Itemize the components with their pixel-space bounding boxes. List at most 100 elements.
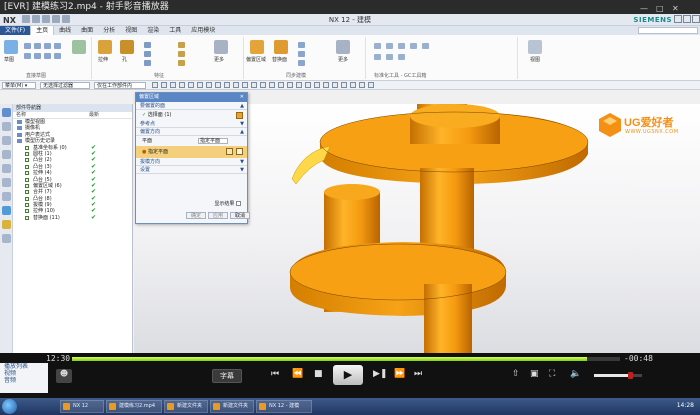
constraint-navigator-tab-icon[interactable] — [2, 136, 11, 145]
video-tab[interactable]: 视频 — [0, 370, 48, 377]
nx-restore-icon[interactable] — [683, 15, 691, 23]
assembly-navigator-tab-icon[interactable] — [2, 122, 11, 131]
snap-icon[interactable] — [161, 82, 167, 88]
fillet-icon[interactable] — [34, 53, 41, 59]
taskbar-item[interactable]: NX 12 - 建模 — [256, 400, 312, 413]
visibility-checkbox[interactable] — [25, 215, 29, 220]
progress-bar[interactable] — [72, 357, 620, 361]
fullscreen-icon[interactable]: ⛶ — [549, 369, 555, 379]
start-button[interactable] — [2, 399, 17, 414]
offset-region-icon[interactable] — [250, 40, 264, 54]
gc-tool-icon[interactable] — [374, 43, 381, 49]
menu-dropdown[interactable]: 菜单(M) ▾ — [2, 82, 36, 89]
snap-icon[interactable] — [233, 82, 239, 88]
rectangle-icon[interactable] — [44, 43, 51, 49]
snap-icon[interactable] — [332, 82, 338, 88]
snap-icon[interactable] — [251, 82, 257, 88]
ribbon-tab[interactable]: 工具 — [164, 26, 186, 35]
command-search-input[interactable] — [638, 27, 698, 34]
ribbon-tab[interactable]: 文件(F) — [0, 26, 31, 35]
line-icon[interactable] — [24, 43, 31, 49]
volume-icon[interactable]: 🔈 — [570, 369, 581, 379]
snap-icon[interactable] — [368, 82, 374, 88]
cancel-button[interactable]: 取消 — [230, 212, 250, 219]
visibility-checkbox[interactable] — [25, 158, 29, 163]
gc-tool-icon[interactable] — [398, 54, 405, 60]
snap-icon[interactable] — [323, 82, 329, 88]
view-icon[interactable] — [528, 40, 542, 54]
visibility-checkbox[interactable] — [25, 190, 29, 195]
ribbon-tab[interactable]: 渲染 — [142, 26, 164, 35]
taskbar-item[interactable]: 建模练习2.mp4 — [106, 400, 162, 413]
finish-sketch-icon[interactable] — [72, 40, 86, 54]
boolean-unite-icon[interactable] — [144, 42, 151, 48]
edge-blend-icon[interactable] — [178, 51, 185, 57]
gc-tool-icon[interactable] — [410, 43, 417, 49]
dialog-close-icon[interactable]: ✕ — [240, 93, 244, 102]
taskbar-item[interactable]: 新建文件夹 — [164, 400, 208, 413]
plane-options-icon[interactable] — [236, 148, 243, 155]
chevron-down-icon[interactable]: ▼ — [240, 166, 244, 174]
chevron-up-icon[interactable]: ▲ — [240, 128, 244, 136]
rewind-icon[interactable]: ⏪ — [292, 369, 303, 379]
snap-icon[interactable] — [215, 82, 221, 88]
open-file-icon[interactable]: ⇧ — [512, 369, 520, 379]
part-navigator-tab-icon[interactable] — [2, 108, 11, 117]
volume-knob[interactable] — [628, 372, 633, 379]
plane-type-dropdown[interactable]: 指定平面 — [198, 138, 228, 144]
apply-button[interactable]: 应用 — [208, 212, 228, 219]
ok-button[interactable]: 确定 — [186, 212, 206, 219]
selection-scope-dropdown[interactable]: 仅在工作部件内 — [94, 82, 146, 89]
replace-face-icon[interactable] — [274, 40, 288, 54]
snap-icon[interactable] — [350, 82, 356, 88]
boolean-subtract-icon[interactable] — [144, 51, 151, 57]
snap-icon[interactable] — [170, 82, 176, 88]
skip-forward-icon[interactable]: ⏭ — [414, 369, 422, 379]
subtitle-button[interactable]: 字幕 — [212, 369, 242, 383]
stop-icon[interactable]: ■ — [314, 369, 323, 379]
specify-plane-row[interactable]: ● 指定平面 — [136, 146, 247, 158]
snap-icon[interactable] — [197, 82, 203, 88]
snap-icon[interactable] — [152, 82, 158, 88]
hole-icon[interactable] — [120, 40, 134, 54]
ribbon-tab[interactable]: 视图 — [120, 26, 142, 35]
chevron-down-icon[interactable]: ▼ — [240, 158, 244, 166]
delete-face-icon[interactable] — [298, 51, 305, 57]
skip-back-icon[interactable]: ⏮ — [271, 369, 279, 379]
redo-icon[interactable] — [42, 15, 50, 23]
preview-icon[interactable] — [236, 201, 241, 206]
nx-close-icon[interactable] — [692, 15, 700, 23]
ribbon-tab[interactable]: 分析 — [98, 26, 120, 35]
system-materials-tab-icon[interactable] — [2, 192, 11, 201]
section-ref[interactable]: 参考点 ▼ — [136, 120, 247, 128]
user-icon[interactable]: ☻ — [56, 369, 72, 383]
visibility-checkbox[interactable] — [25, 171, 29, 176]
snapshot-icon[interactable]: ▣ — [530, 369, 539, 379]
taskbar-item[interactable]: 新建文件夹 — [210, 400, 254, 413]
history-tab-icon[interactable] — [2, 164, 11, 173]
visibility-checkbox[interactable] — [25, 145, 29, 150]
undo-icon[interactable] — [32, 15, 40, 23]
web-browser-tab-icon[interactable] — [2, 206, 11, 215]
more-feature-icon[interactable] — [214, 40, 228, 54]
snap-icon[interactable] — [260, 82, 266, 88]
dimension-icon[interactable] — [54, 53, 61, 59]
sketch-icon[interactable] — [4, 40, 18, 54]
snap-icon[interactable] — [341, 82, 347, 88]
cut-icon[interactable] — [52, 15, 60, 23]
boolean-intersect-icon[interactable] — [144, 60, 151, 66]
roles-tab-icon[interactable] — [2, 178, 11, 187]
section-direction[interactable]: 偏置方向 ▲ — [136, 128, 247, 136]
snap-icon[interactable] — [305, 82, 311, 88]
ribbon-tab[interactable]: 应用模块 — [186, 26, 220, 35]
snap-icon[interactable] — [359, 82, 365, 88]
snap-icon[interactable] — [296, 82, 302, 88]
draft-icon[interactable] — [178, 60, 185, 66]
section-draft[interactable]: 拔模方向 ▼ — [136, 158, 247, 166]
manufacturing-wizard-tab-icon[interactable] — [2, 234, 11, 243]
save-icon[interactable] — [22, 15, 30, 23]
chevron-down-icon[interactable]: ▼ — [240, 120, 244, 128]
ribbon-tab[interactable]: 主页 — [30, 26, 55, 35]
visibility-checkbox[interactable] — [25, 196, 29, 201]
visibility-checkbox[interactable] — [25, 151, 29, 156]
